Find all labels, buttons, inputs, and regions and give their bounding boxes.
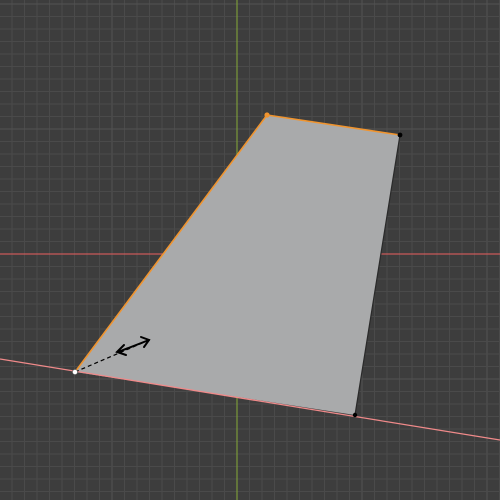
mesh-face[interactable] bbox=[75, 115, 400, 415]
vertex-bottom-right[interactable] bbox=[352, 412, 358, 418]
viewport-canvas[interactable] bbox=[0, 0, 500, 500]
vertex-top-left-selected[interactable] bbox=[264, 112, 270, 118]
vertex-top-right[interactable] bbox=[397, 132, 403, 138]
3d-viewport[interactable] bbox=[0, 0, 500, 500]
vertex-bottom-left-active[interactable] bbox=[72, 369, 78, 375]
